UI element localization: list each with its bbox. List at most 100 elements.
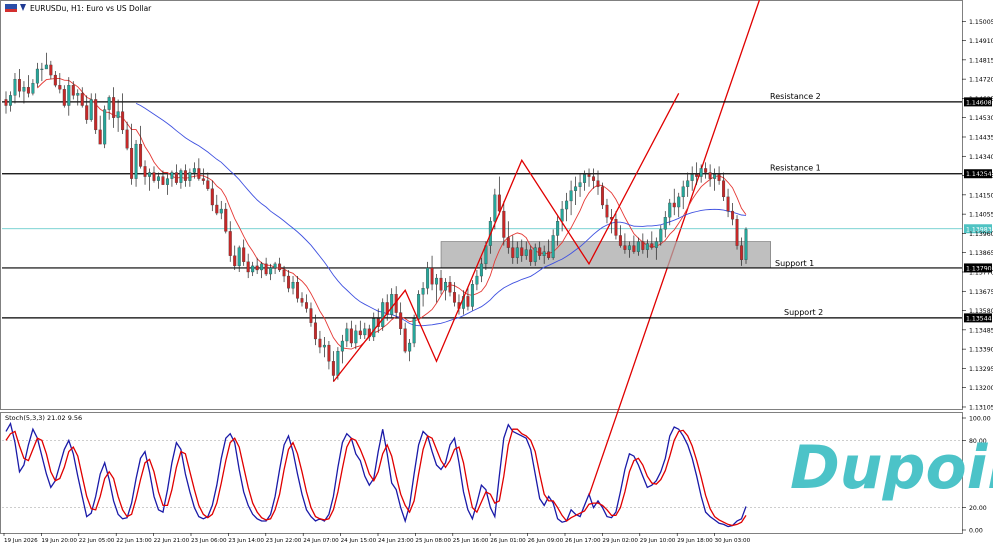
candle-body — [13, 78, 17, 96]
candle-body — [8, 95, 12, 106]
candle-body — [58, 85, 62, 90]
candle-body — [336, 351, 340, 376]
candle-body — [44, 64, 48, 70]
candle-body — [632, 245, 636, 252]
price-tick-label: 1.14435 — [969, 134, 993, 141]
symbol-header: EURUSDu, H1: Euro vs US Dollar — [5, 4, 152, 13]
candle-body — [614, 219, 618, 236]
candle-body — [686, 180, 690, 187]
candle-body — [349, 328, 353, 344]
candle-body — [49, 64, 53, 76]
candle-body — [444, 281, 448, 291]
candle-body — [35, 68, 39, 84]
candle-body — [542, 251, 546, 256]
candle-body — [417, 294, 421, 319]
candle-body — [435, 277, 439, 285]
price-tick-label: 1.13770 — [969, 269, 993, 276]
candle-body — [672, 202, 676, 208]
candle-body — [287, 275, 291, 289]
candle-body — [103, 109, 107, 145]
candle-body — [354, 330, 358, 344]
stoch-tick-label: 100.00 — [969, 416, 991, 423]
price-tick-label: 1.13295 — [969, 366, 993, 373]
candle-body — [493, 194, 497, 222]
candle-body — [116, 111, 120, 118]
candle-body — [430, 267, 434, 285]
candle-body — [206, 180, 210, 189]
candle-body — [538, 247, 542, 256]
candle-body — [690, 174, 694, 181]
candle-body — [578, 182, 582, 187]
candle-body — [327, 344, 331, 362]
price-tick-label: 1.13675 — [969, 289, 993, 296]
candle-body — [318, 338, 322, 348]
candle-body — [403, 328, 407, 352]
chart-mode-icon[interactable] — [20, 4, 26, 11]
candle-body — [121, 111, 125, 131]
level-label: Resistance 1 — [770, 164, 821, 173]
candle-body — [497, 194, 501, 212]
level-label: Support 2 — [784, 308, 823, 317]
time-tick-label: 22 Jun 21:00 — [154, 538, 190, 544]
candle-body — [174, 172, 178, 183]
time-tick-label: 26 Jun 01:00 — [490, 538, 526, 544]
price-tick-label: 1.14055 — [969, 212, 993, 219]
candle-body — [412, 318, 416, 344]
candle-body — [529, 249, 533, 262]
candle-body — [192, 168, 196, 173]
chart-drawing: 1.139831.14608Resistance 21.14254Resista… — [2, 52, 992, 383]
price-tick-label: 1.14150 — [969, 192, 993, 199]
symbol-flag-icon-stripe — [5, 9, 17, 12]
candle-body — [363, 328, 367, 336]
candle-body — [511, 247, 515, 258]
candle-body — [466, 296, 470, 307]
candle-body — [704, 168, 708, 173]
price-tick-label: 1.13485 — [969, 327, 993, 334]
candle-body — [107, 97, 111, 110]
candle-body — [76, 93, 80, 96]
candle-body — [574, 186, 578, 191]
candle-body — [98, 129, 102, 145]
candle-body — [71, 85, 75, 96]
candle-body — [645, 243, 649, 250]
stoch-tick-label: 0.00 — [969, 528, 983, 535]
candle-body — [112, 97, 116, 118]
candle-body — [170, 172, 174, 179]
time-tick-label: 26 Jun 09:00 — [528, 538, 564, 544]
candle-body — [596, 180, 600, 187]
candle-body — [475, 275, 479, 285]
candle-body — [242, 247, 246, 262]
candle-body — [233, 255, 237, 267]
candle-body — [636, 241, 640, 252]
candle-body — [22, 87, 26, 92]
price-tick-label: 1.13865 — [969, 250, 993, 257]
candle-body — [399, 312, 403, 329]
candle-body — [605, 204, 609, 218]
candle-body — [291, 281, 295, 289]
candle-body — [479, 263, 483, 277]
candle-body — [219, 208, 223, 214]
candle-body — [623, 245, 627, 250]
candle-body — [560, 208, 564, 222]
candle-body — [125, 129, 129, 149]
price-tick-label: 1.13200 — [969, 385, 993, 392]
candle-body — [583, 174, 587, 183]
time-tick-label: 29 Jun 18:00 — [677, 538, 713, 544]
candle-body — [470, 284, 474, 307]
level-label: Support 1 — [775, 259, 814, 268]
candle-body — [592, 176, 596, 181]
candle-body — [627, 245, 631, 250]
price-tick-label: 1.14245 — [969, 173, 993, 180]
candle-body — [273, 263, 277, 269]
candle-body — [520, 247, 524, 256]
candle-body — [452, 292, 456, 303]
candle-body — [228, 231, 232, 256]
candle-body — [161, 176, 165, 185]
candle-body — [600, 186, 604, 206]
price-tick-label: 1.14625 — [969, 96, 993, 103]
candle-body — [304, 302, 308, 309]
time-tick-label: 24 Jun 15:00 — [341, 538, 377, 544]
candle-body — [80, 93, 84, 106]
price-tick-label: 1.14720 — [969, 77, 993, 84]
candle-body — [237, 247, 241, 267]
